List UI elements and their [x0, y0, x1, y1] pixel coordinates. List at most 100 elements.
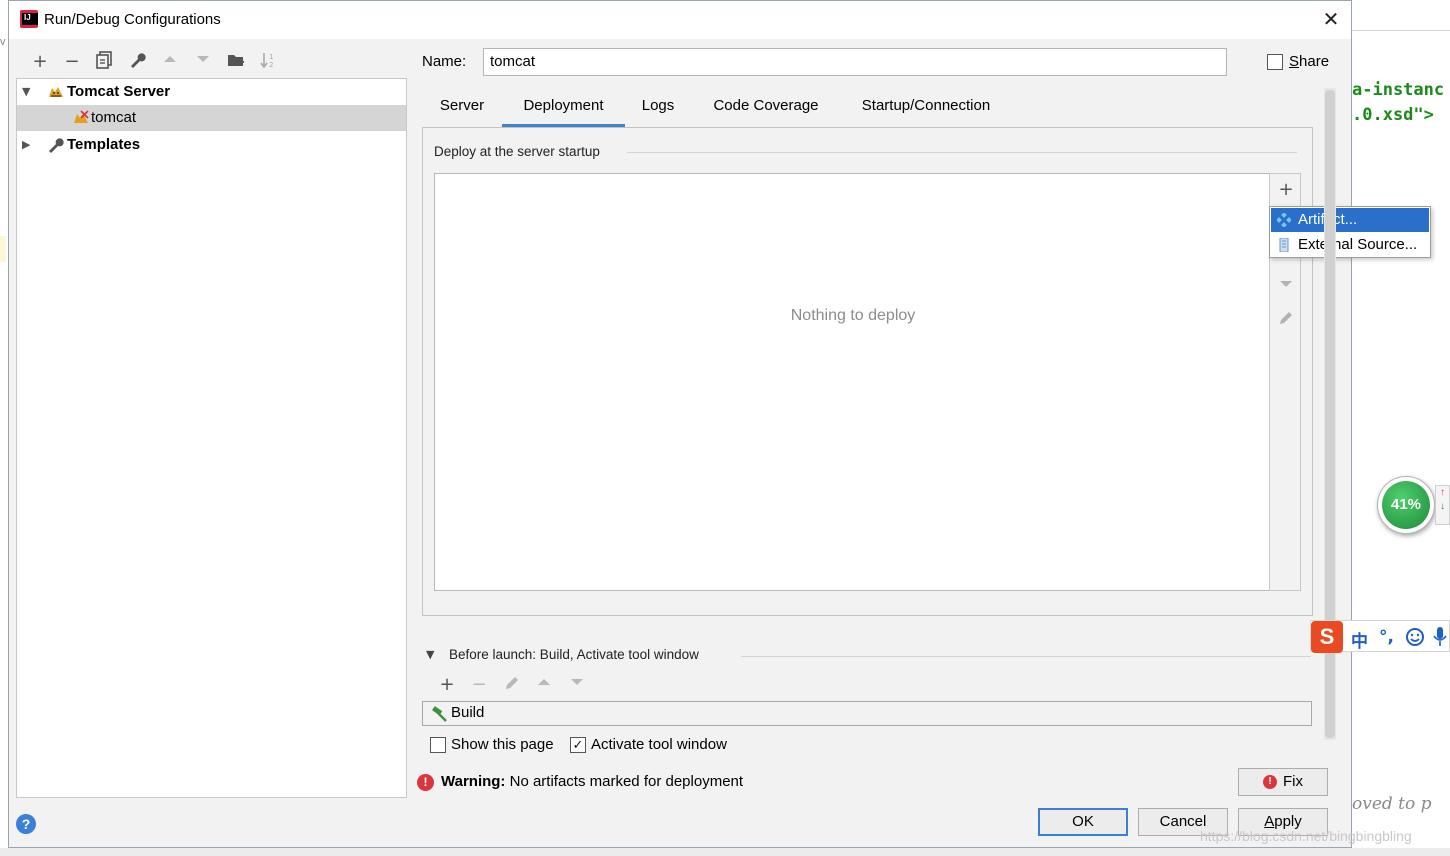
edit-task-button[interactable] [501, 674, 523, 696]
ime-punctuation[interactable]: °, [1379, 627, 1394, 647]
background-editor: a-instanc .0.xsd"> oved to p [1352, 0, 1450, 856]
move-task-down-button[interactable] [566, 674, 588, 696]
editor-comment-line: oved to p [1352, 794, 1432, 814]
title-bar: Run/Debug Configurations ✕ [9, 1, 1351, 39]
background-bottom-strip [0, 848, 1450, 856]
popup-item-external-source[interactable]: External Source... [1271, 233, 1429, 257]
task-label: Build [451, 704, 485, 721]
watermark-text: https://blog.csdn.net/bingbingbling [1200, 828, 1412, 844]
warning-message: Warning: No artifacts marked for deploym… [441, 773, 743, 790]
svg-text:1: 1 [269, 53, 273, 61]
tree-item-templates[interactable]: ▶ Templates [17, 132, 406, 158]
share-checkbox[interactable] [1267, 54, 1283, 70]
error-icon: ! [417, 774, 434, 791]
tab-deployment[interactable]: Deployment [502, 95, 625, 127]
network-speed-indicator: ↑ ↓ [1435, 485, 1450, 525]
tab-code-coverage[interactable]: Code Coverage [704, 95, 828, 127]
add-configuration-button[interactable]: + [29, 51, 51, 73]
show-page-label[interactable]: Show this page [451, 736, 554, 753]
new-folder-button[interactable] [225, 51, 247, 73]
chevron-down-icon[interactable]: ▼ [426, 648, 434, 661]
remove-configuration-button[interactable]: − [61, 51, 83, 73]
warning-text: No artifacts marked for deployment [509, 773, 744, 790]
arrow-down-icon [1280, 281, 1292, 287]
before-launch-task-row[interactable]: Build [422, 701, 1312, 726]
arrow-up-icon [164, 56, 176, 62]
editor-tab-line [1352, 30, 1450, 31]
activate-tool-window-checkbox[interactable]: ✓ [570, 737, 586, 753]
editor-code-line: a-instanc [1352, 80, 1445, 100]
popup-item-label: External Source... [1298, 236, 1418, 253]
ok-button[interactable]: OK [1038, 808, 1128, 836]
tomcat-error-icon [74, 110, 89, 123]
chevron-down-icon[interactable]: ▼ [22, 79, 34, 105]
microphone-icon[interactable] [1433, 626, 1447, 648]
emoji-icon[interactable] [1405, 627, 1425, 647]
tab-startup-connection[interactable]: Startup/Connection [850, 95, 1002, 127]
svg-text:2: 2 [269, 61, 273, 69]
gauge-value: 41% [1382, 481, 1430, 529]
chevron-right-icon[interactable]: ▶ [22, 132, 34, 158]
arrow-down-icon [197, 56, 209, 62]
section-divider [741, 656, 1311, 657]
editor-code-line: .0.xsd"> [1352, 105, 1434, 125]
share-label[interactable]: Share [1289, 53, 1329, 70]
memory-gauge[interactable]: 41% [1377, 476, 1435, 534]
move-down-deployment-button[interactable] [1275, 276, 1297, 298]
add-task-button[interactable]: + [436, 674, 458, 696]
artifact-icon [1277, 213, 1291, 227]
error-icon: ! [1263, 775, 1277, 790]
add-deployment-button[interactable]: + [1275, 179, 1297, 201]
tab-server[interactable]: Server [434, 95, 490, 127]
tree-item-label: Tomcat Server [67, 83, 171, 100]
external-source-icon [1279, 238, 1289, 252]
tree-item-tomcat-server[interactable]: ▼ Tomcat Server [17, 79, 406, 105]
name-label: Name: [422, 53, 467, 70]
add-deployment-popup: Artifact... External Source... [1269, 206, 1431, 258]
section-divider [627, 152, 1297, 153]
background-editor-left: v [0, 0, 8, 856]
activate-tool-window-label[interactable]: Activate tool window [591, 736, 727, 753]
ime-toolbar[interactable]: S 中 °, [1310, 620, 1450, 653]
arrow-up-icon [538, 679, 550, 685]
name-field[interactable]: tomcat [483, 48, 1227, 76]
tree-item-label: Templates [67, 136, 141, 153]
ime-mode-text[interactable]: 中 [1351, 627, 1368, 652]
copy-configuration-button[interactable] [93, 51, 115, 73]
sort-button[interactable]: 12 [257, 51, 279, 73]
empty-state-text: Nothing to deploy [790, 307, 916, 324]
help-icon[interactable]: ? [16, 814, 36, 834]
tree-item-label: tomcat [91, 109, 137, 126]
fix-button[interactable]: ! Fix [1238, 768, 1328, 796]
background-char: v [0, 36, 6, 48]
remove-task-button[interactable]: − [468, 674, 490, 696]
show-page-checkbox[interactable] [430, 737, 446, 753]
intellij-app-icon [20, 10, 38, 28]
pencil-icon [506, 677, 518, 689]
close-icon[interactable]: ✕ [1321, 9, 1341, 29]
move-up-button[interactable] [159, 51, 181, 73]
deployment-list[interactable]: Nothing to deploy [434, 173, 1270, 591]
warning-label: Warning: [441, 773, 506, 790]
tab-logs[interactable]: Logs [636, 95, 680, 127]
copy-icon [96, 51, 112, 69]
wrench-icon [131, 53, 146, 68]
arrow-down-icon [571, 679, 583, 685]
wrench-icon [49, 138, 64, 153]
sort-icon: 12 [260, 53, 273, 69]
background-highlight [0, 236, 6, 262]
before-launch-title: Before launch: Build, Activate tool wind… [449, 647, 699, 662]
dialog-title: Run/Debug Configurations [44, 11, 221, 28]
tomcat-icon [49, 87, 63, 97]
move-down-button[interactable] [192, 51, 214, 73]
hammer-icon [432, 706, 447, 722]
edit-deployment-button[interactable] [1275, 309, 1297, 331]
tree-item-tomcat[interactable]: tomcat [17, 105, 406, 131]
sogou-logo: S [1311, 621, 1343, 653]
move-task-up-button[interactable] [533, 674, 555, 696]
edit-defaults-button[interactable] [126, 51, 148, 73]
popup-item-artifact[interactable]: Artifact... [1271, 208, 1429, 232]
upload-arrow-icon: ↑ [1440, 487, 1445, 498]
configuration-tree: ▼ Tomcat Server tomcat ▶ Templates [16, 78, 407, 798]
deploy-section-title: Deploy at the server startup [434, 144, 600, 159]
